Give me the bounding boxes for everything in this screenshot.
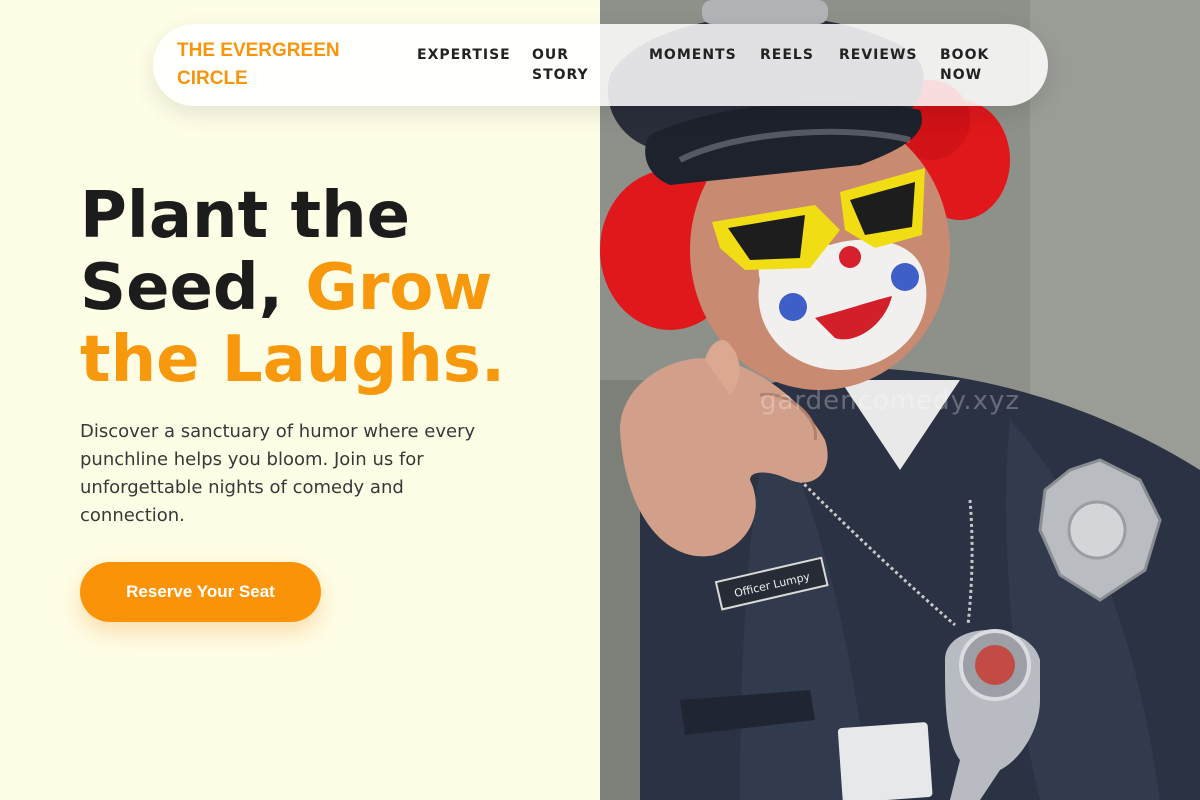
- nav-link-moments[interactable]: MOMENTS: [649, 45, 737, 65]
- hero-left-panel: Plant the Seed, Grow the Laughs. Discove…: [0, 0, 600, 800]
- top-navbar: THE EVERGREEN CIRCLE EXPERTISE OUR STORY…: [153, 24, 1048, 106]
- nav-link-reviews[interactable]: REVIEWS: [839, 45, 917, 65]
- hero-description: Discover a sanctuary of humor where ever…: [80, 421, 476, 526]
- hero-photo: Officer Lumpy gardencomedy.xyz: [600, 0, 1200, 800]
- photo-watermark: gardencomedy.xyz: [760, 386, 1021, 416]
- reserve-seat-button[interactable]: Reserve Your Seat: [80, 562, 321, 622]
- hero-title: Plant the Seed, Grow the Laughs.: [80, 180, 580, 396]
- nav-link-book-now[interactable]: BOOK NOW: [940, 45, 1000, 85]
- nav-link-reels[interactable]: REELS: [760, 45, 814, 65]
- nav-link-our-story[interactable]: OUR STORY: [532, 45, 602, 85]
- brand-logo[interactable]: THE EVERGREEN CIRCLE: [177, 37, 377, 93]
- nav-link-expertise[interactable]: EXPERTISE: [417, 45, 511, 65]
